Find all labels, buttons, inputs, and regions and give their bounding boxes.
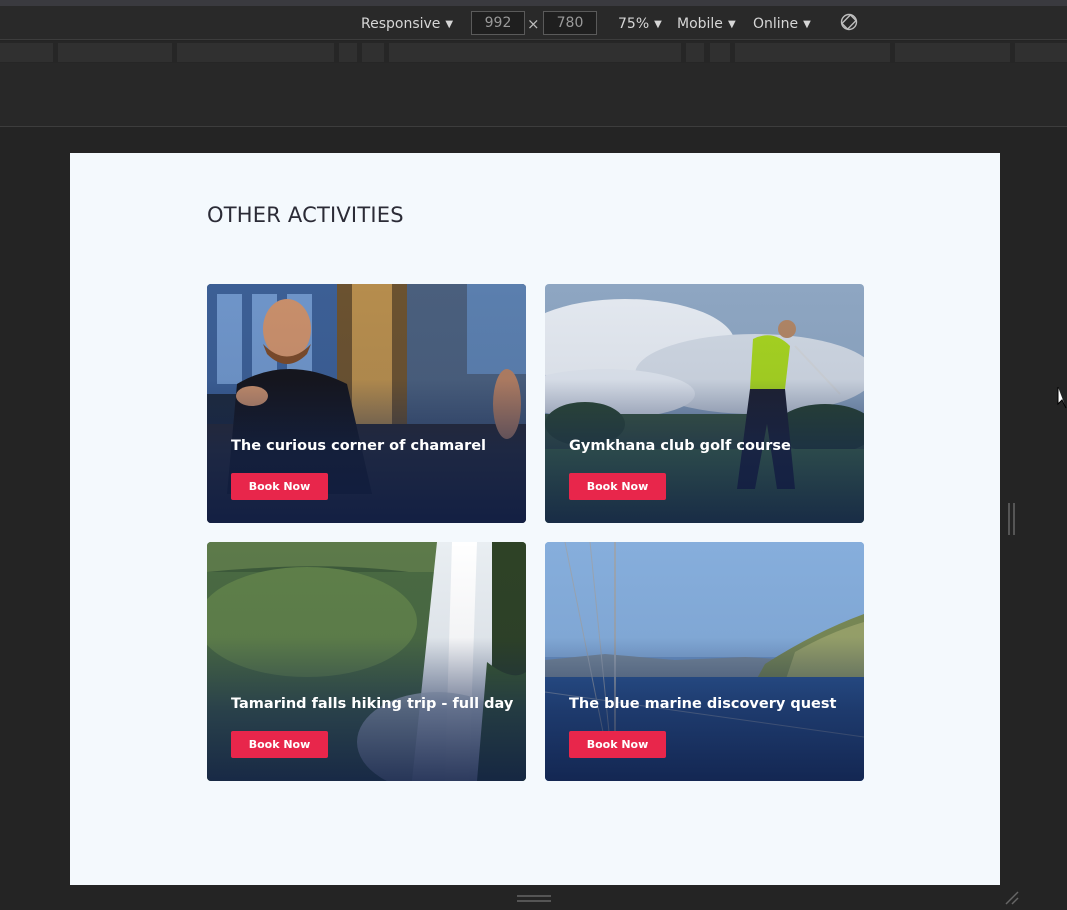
book-now-button[interactable]: Book Now <box>569 473 666 500</box>
device-type-label: Mobile <box>677 16 723 32</box>
activity-card[interactable]: Gymkhana club golf course Book Now <box>545 284 864 523</box>
media-query-segment[interactable] <box>1015 43 1067 62</box>
book-now-button[interactable]: Book Now <box>569 731 666 758</box>
device-toolbar: Responsive ▼ 992 × 780 75% ▼ Mobile ▼ Onlin… <box>0 6 1067 40</box>
caret-down-icon: ▼ <box>803 19 811 30</box>
card-title: The blue marine discovery quest <box>569 696 837 712</box>
media-query-segment[interactable] <box>686 43 704 62</box>
media-query-segment[interactable] <box>389 43 681 62</box>
media-query-segment[interactable] <box>710 43 730 62</box>
resize-handle-bottom[interactable] <box>517 895 551 902</box>
device-select[interactable]: Responsive ▼ <box>361 15 453 33</box>
media-query-segment[interactable] <box>339 43 357 62</box>
section-title: OTHER ACTIVITIES <box>207 203 404 227</box>
device-type-select[interactable]: Mobile ▼ <box>677 15 736 33</box>
caret-down-icon: ▼ <box>445 19 454 30</box>
height-input[interactable]: 780 <box>543 11 597 35</box>
mouse-cursor-icon <box>1057 386 1067 410</box>
throttling-label: Online <box>753 16 799 32</box>
media-query-segment[interactable] <box>0 43 53 62</box>
card-title: Tamarind falls hiking trip - full day <box>231 696 514 712</box>
resize-handle-right[interactable] <box>1008 503 1015 535</box>
activity-card[interactable]: The blue marine discovery quest Book Now <box>545 542 864 781</box>
resize-corner-icon[interactable] <box>1004 890 1020 906</box>
card-title: Gymkhana club golf course <box>569 438 791 454</box>
card-title: The curious corner of chamarel <box>231 438 487 454</box>
rotate-icon[interactable] <box>838 11 860 33</box>
emulated-viewport: OTHER ACTIVITIES The curious corner of c… <box>70 153 1000 885</box>
device-frame-header <box>0 63 1067 127</box>
media-query-segment[interactable] <box>177 43 334 62</box>
book-now-button[interactable]: Book Now <box>231 731 328 758</box>
width-input[interactable]: 992 <box>471 11 525 35</box>
zoom-select[interactable]: 75% ▼ <box>618 15 662 33</box>
dimension-separator: × <box>527 15 540 33</box>
media-query-segment[interactable] <box>58 43 172 62</box>
caret-down-icon: ▼ <box>654 19 662 30</box>
device-select-label: Responsive <box>361 16 441 32</box>
media-query-segment[interactable] <box>735 43 890 62</box>
activity-card[interactable]: Tamarind falls hiking trip - full day Bo… <box>207 542 526 781</box>
media-query-segment[interactable] <box>895 43 1010 62</box>
book-now-button[interactable]: Book Now <box>231 473 328 500</box>
zoom-select-label: 75% <box>618 16 650 32</box>
media-query-bar <box>0 41 1067 63</box>
throttling-select[interactable]: Online ▼ <box>753 15 811 33</box>
activity-card[interactable]: The curious corner of chamarel Book Now <box>207 284 526 523</box>
media-query-segment[interactable] <box>362 43 384 62</box>
caret-down-icon: ▼ <box>727 19 736 30</box>
